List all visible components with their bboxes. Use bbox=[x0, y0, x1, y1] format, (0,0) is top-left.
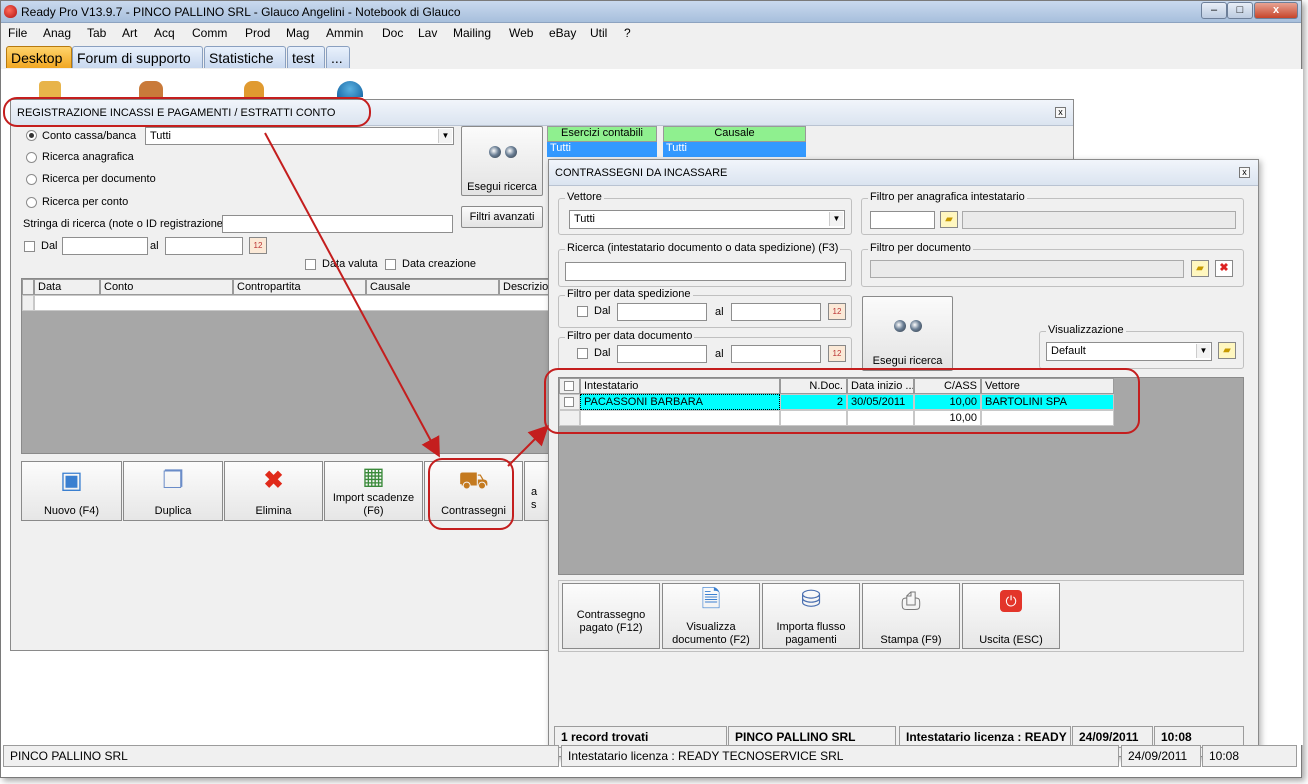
annotation-arrows bbox=[264, 132, 549, 467]
arrow-to-contrassegni-button bbox=[264, 132, 440, 458]
arrow-to-grid bbox=[507, 425, 549, 467]
